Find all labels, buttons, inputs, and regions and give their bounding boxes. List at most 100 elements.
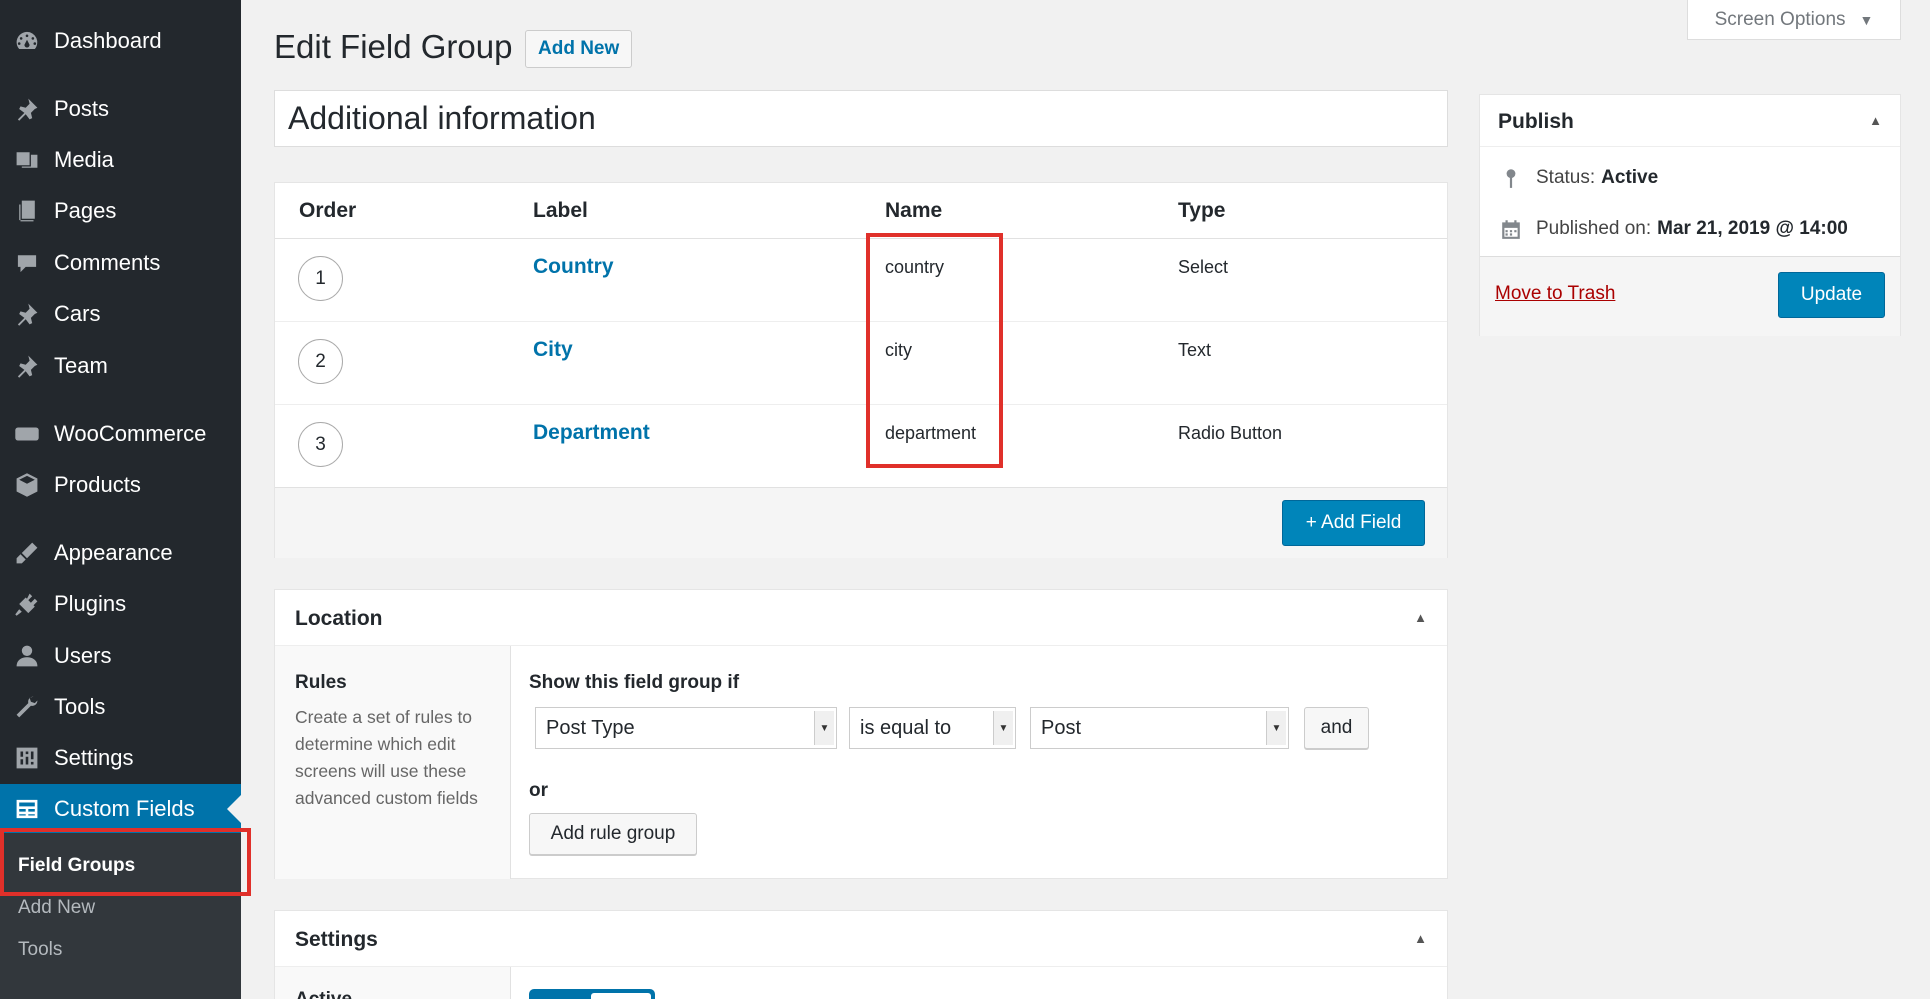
menu-pages[interactable]: Pages: [0, 186, 241, 236]
admin-sidebar: Dashboard Posts Media Pages Comments Car…: [0, 0, 251, 999]
media-icon: [14, 147, 40, 173]
rule-operator-select[interactable]: is equal to ▼: [849, 707, 1016, 749]
submenu-tools[interactable]: Tools: [18, 939, 62, 961]
menu-tools[interactable]: Tools: [0, 682, 241, 732]
publish-header[interactable]: Publish ▲: [1480, 95, 1900, 147]
rules-sidebar: Rules Create a set of rules to determine…: [275, 646, 511, 879]
toggle-knob: [591, 993, 651, 999]
move-to-trash-link[interactable]: Move to Trash: [1495, 283, 1615, 305]
field-name: city: [885, 340, 912, 360]
menu-custom-fields[interactable]: Custom Fields: [0, 784, 241, 834]
location-header[interactable]: Location ▲: [275, 590, 1447, 646]
published-value: Mar 21, 2019 @ 14:00: [1657, 218, 1848, 239]
show-if-label: Show this field group if: [529, 672, 740, 693]
collapse-arrow-icon[interactable]: ▲: [1414, 610, 1427, 625]
settings-box: Settings ▲ Active: [274, 910, 1448, 999]
collapse-arrow-icon[interactable]: ▲: [1414, 931, 1427, 946]
menu-woocommerce[interactable]: WooCommerce: [0, 409, 241, 459]
menu-team[interactable]: Team: [0, 341, 241, 391]
menu-plugins[interactable]: Plugins: [0, 579, 241, 629]
add-and-rule-button[interactable]: and: [1304, 707, 1369, 749]
field-label-link[interactable]: Country: [533, 255, 614, 279]
rules-description: Create a set of rules to determine which…: [295, 707, 478, 808]
fields-footer: + Add Field: [275, 487, 1447, 558]
menu-cars[interactable]: Cars: [0, 289, 241, 339]
calendar-icon: [1498, 216, 1524, 242]
custom-fields-submenu: Field Groups Add New Tools: [0, 833, 241, 999]
users-icon: [14, 643, 40, 669]
column-type: Type: [1178, 199, 1226, 222]
menu-label: Posts: [54, 96, 110, 121]
status-row: Status: Active: [1498, 165, 1658, 191]
dropdown-arrow-icon: ▼: [993, 711, 1013, 745]
screen-options-label: Screen Options: [1714, 8, 1846, 30]
menu-appearance[interactable]: Appearance: [0, 528, 241, 578]
dropdown-arrow-icon: ▼: [1266, 711, 1286, 745]
submenu-field-groups[interactable]: Field Groups: [18, 855, 135, 877]
submenu-add-new[interactable]: Add New: [18, 897, 95, 919]
add-rule-group-button[interactable]: Add rule group: [529, 813, 697, 855]
or-label: or: [529, 780, 548, 801]
menu-label: Comments: [54, 250, 161, 275]
menu-label: Media: [54, 147, 114, 172]
page-title: Edit Field Group: [274, 28, 513, 65]
rule-param-select[interactable]: Post Type ▼: [535, 707, 837, 749]
active-label: Active: [295, 989, 352, 999]
menu-label: Users: [54, 643, 112, 668]
field-label-link[interactable]: Department: [533, 421, 650, 445]
settings-title: Settings: [295, 928, 378, 951]
pin-icon: [14, 301, 40, 327]
plugins-icon: [14, 591, 40, 617]
menu-users[interactable]: Users: [0, 631, 241, 681]
field-type: Radio Button: [1178, 423, 1283, 443]
products-icon: [14, 472, 40, 498]
order-badge[interactable]: 1: [298, 256, 343, 301]
dropdown-arrow-icon: ▼: [814, 711, 834, 745]
column-label: Label: [533, 199, 588, 222]
active-toggle[interactable]: [529, 989, 655, 999]
rules-title: Rules: [295, 672, 347, 693]
order-badge[interactable]: 3: [298, 422, 343, 467]
menu-posts[interactable]: Posts: [0, 84, 241, 134]
add-new-button[interactable]: Add New: [525, 30, 633, 68]
field-group-title-input[interactable]: Additional information: [274, 90, 1448, 147]
menu-label: Settings: [54, 745, 134, 770]
rule-operator-value: is equal to: [860, 716, 952, 739]
update-button[interactable]: Update: [1778, 272, 1885, 318]
menu-label: Custom Fields: [54, 796, 195, 821]
menu-comments[interactable]: Comments: [0, 238, 241, 288]
menu-label: Tools: [54, 694, 106, 719]
menu-settings[interactable]: Settings: [0, 733, 241, 783]
collapse-arrow-icon[interactable]: ▲: [1869, 113, 1882, 128]
menu-label: Pages: [54, 198, 117, 223]
rule-param-value: Post Type: [546, 716, 635, 739]
menu-dashboard[interactable]: Dashboard: [0, 16, 241, 66]
appearance-icon: [14, 540, 40, 566]
location-title: Location: [295, 607, 383, 630]
field-type: Text: [1178, 340, 1212, 360]
menu-label: Dashboard: [54, 28, 162, 53]
table-row: 2 City city Text: [275, 322, 1447, 405]
table-row: 1 Country country Select: [275, 239, 1447, 322]
order-badge[interactable]: 2: [298, 339, 343, 384]
tools-icon: [14, 694, 40, 720]
add-field-button[interactable]: + Add Field: [1282, 500, 1425, 546]
menu-products[interactable]: Products: [0, 460, 241, 510]
column-order: Order: [299, 199, 357, 222]
screen-options-button[interactable]: Screen Options ▼: [1687, 0, 1901, 40]
menu-label: Team: [54, 353, 108, 378]
menu-label: WooCommerce: [54, 421, 207, 446]
published-label: Published on:: [1536, 218, 1652, 239]
pin-icon: [14, 96, 40, 122]
pin-icon: [1498, 165, 1524, 191]
field-label-link[interactable]: City: [533, 338, 573, 362]
status-label: Status:: [1536, 167, 1596, 188]
woocommerce-icon: [14, 421, 40, 447]
settings-header[interactable]: Settings ▲: [275, 911, 1447, 967]
published-row: Published on: Mar 21, 2019 @ 14:00: [1498, 216, 1848, 242]
menu-media[interactable]: Media: [0, 135, 241, 185]
caret-down-icon: ▼: [1859, 11, 1874, 28]
settings-icon: [14, 745, 40, 771]
rule-value-select[interactable]: Post ▼: [1030, 707, 1289, 749]
custom-fields-icon: [14, 796, 40, 822]
